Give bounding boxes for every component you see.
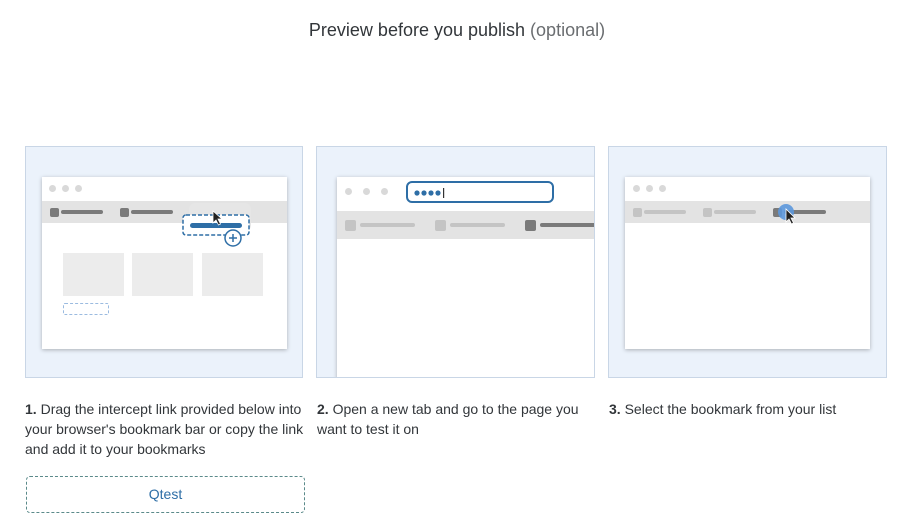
window-dot xyxy=(633,185,640,192)
step-description: Open a new tab and go to the page you wa… xyxy=(317,401,579,437)
title-text: Preview before you publish xyxy=(308,20,526,40)
bookmark-line xyxy=(450,223,505,227)
bookmark-chip xyxy=(345,220,356,231)
window-dot xyxy=(659,185,666,192)
step3-illustration xyxy=(608,146,887,378)
bookmark-chip xyxy=(50,208,59,217)
browser-window xyxy=(625,177,870,349)
bookmark-chip xyxy=(120,208,129,217)
bookmark-chip xyxy=(525,220,536,231)
bookmark-drag-icon xyxy=(182,203,251,247)
step2-text: 2. Open a new tab and go to the page you… xyxy=(317,399,597,439)
bookmark-chip xyxy=(703,208,712,217)
step-number: 2. xyxy=(317,401,329,417)
intercept-link-button[interactable]: Qtest xyxy=(26,476,305,513)
browser-window xyxy=(337,177,594,377)
window-dot xyxy=(75,185,82,192)
page-title: Preview before you publish (optional) xyxy=(0,20,914,41)
bookmark-line xyxy=(540,223,594,227)
title-optional: (optional) xyxy=(530,20,606,40)
bookmark-line xyxy=(61,210,103,214)
bookmark-bar xyxy=(625,201,870,223)
drop-placeholder xyxy=(63,303,109,315)
window-dot xyxy=(345,188,352,195)
window-dot xyxy=(49,185,56,192)
bookmark-line xyxy=(644,210,686,214)
bookmark-line xyxy=(714,210,756,214)
step3-text: 3. Select the bookmark from your list xyxy=(609,399,889,419)
bookmark-chip xyxy=(633,208,642,217)
window-dot xyxy=(646,185,653,192)
step-description: Drag the intercept link provided below i… xyxy=(25,401,304,457)
step1-text: 1. Drag the intercept link provided belo… xyxy=(25,399,305,459)
step-description: Select the bookmark from your list xyxy=(624,401,837,417)
bookmark-bar xyxy=(337,211,594,239)
bookmark-select-icon xyxy=(778,204,796,225)
window-dot xyxy=(363,188,370,195)
content-tile xyxy=(63,253,124,296)
step2-illustration xyxy=(316,146,595,378)
step-number: 3. xyxy=(609,401,621,417)
window-dot xyxy=(62,185,69,192)
step-number: 1. xyxy=(25,401,37,417)
content-tile xyxy=(202,253,263,296)
bookmark-line xyxy=(131,210,173,214)
bookmark-chip xyxy=(435,220,446,231)
window-dot xyxy=(381,188,388,195)
address-bar-icon xyxy=(406,181,554,203)
step1-illustration xyxy=(25,146,303,378)
content-tile xyxy=(132,253,193,296)
bookmark-line xyxy=(360,223,415,227)
